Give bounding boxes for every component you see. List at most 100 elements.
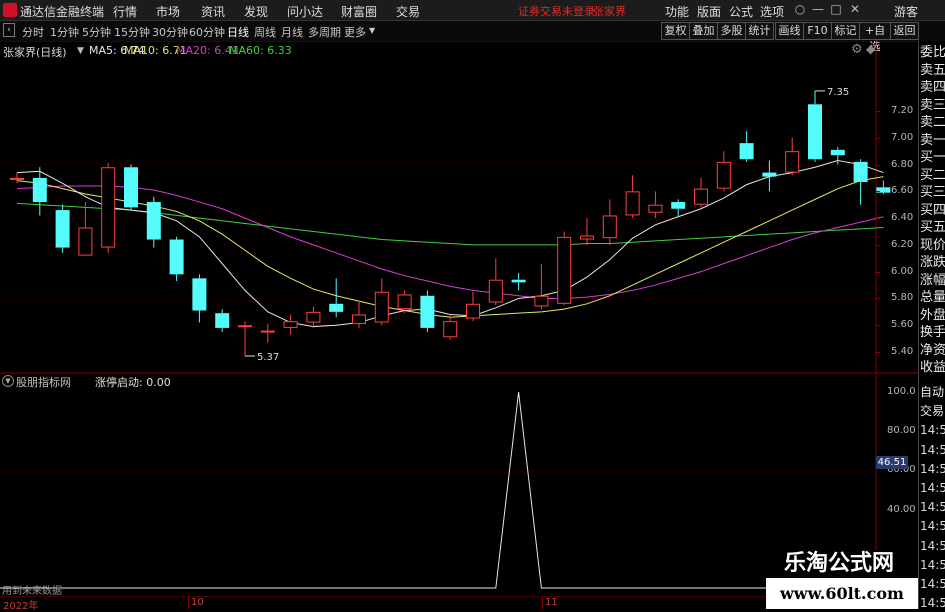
tab-1min[interactable]: 1分钟: [50, 24, 79, 40]
indicator-line: [0, 391, 884, 589]
price-tick-label: 6.20: [891, 238, 914, 250]
quote-label[interactable]: 卖一: [920, 133, 945, 148]
more-arrow-icon[interactable]: ▼: [369, 26, 375, 35]
price-tick-label: 7.20: [891, 105, 914, 116]
candle-body-down: [420, 295, 435, 328]
indicator-tick-label: 100.0: [887, 386, 916, 397]
close-icon[interactable]: ✕: [848, 2, 862, 16]
quote-label[interactable]: 总量: [920, 290, 945, 305]
menu-discover[interactable]: 发现: [244, 3, 268, 20]
candle-body-down: [762, 172, 777, 177]
quote-label[interactable]: 涨幅: [920, 273, 945, 288]
menu-options[interactable]: 选项: [760, 3, 784, 20]
tab-30min[interactable]: 30分钟: [152, 24, 188, 40]
tab-weekly[interactable]: 周线: [254, 24, 276, 40]
trade-time: 14:50: [920, 519, 945, 534]
candle-body-up: [557, 236, 572, 304]
back-button[interactable]: 返回: [890, 22, 919, 40]
overlay-button[interactable]: 叠加: [689, 22, 718, 40]
menu-function[interactable]: 功能: [665, 3, 689, 20]
tab-more[interactable]: 更多: [344, 24, 366, 40]
quote-label[interactable]: 涨跌: [920, 255, 945, 270]
multi-stock-button[interactable]: 多股: [717, 22, 746, 40]
trade-time: 14:50: [920, 557, 945, 572]
quote-label[interactable]: 净资: [920, 343, 945, 358]
price-tick: [876, 325, 880, 327]
user-icon[interactable]: ○: [793, 2, 807, 16]
price-tick-label: 6.80: [891, 158, 914, 170]
price-tick-label: 6.60: [891, 185, 914, 197]
quote-label[interactable]: 买一: [920, 150, 945, 165]
quote-label[interactable]: 卖五: [920, 63, 945, 78]
quote-label[interactable]: 现价: [920, 238, 945, 253]
trade-time: 14:50: [920, 461, 945, 476]
quote-label[interactable]: 买二: [920, 168, 945, 183]
f10-button[interactable]: F10: [803, 22, 832, 40]
quote-label[interactable]: 买四: [920, 203, 945, 218]
candle-body-down: [146, 202, 161, 240]
tab-5min[interactable]: 5分钟: [82, 24, 111, 40]
login-warning[interactable]: 证券交易未登录: [518, 3, 595, 19]
price-tick-label: 5.60: [891, 319, 914, 331]
candle-body-up: [443, 321, 458, 338]
auto-trade-label[interactable]: 自动: [920, 384, 945, 401]
date-tick: [542, 597, 543, 609]
menu-ask[interactable]: 问小达: [287, 3, 323, 20]
guest-label[interactable]: 游客: [894, 3, 918, 20]
menu-formula[interactable]: 公式: [729, 3, 753, 20]
period-toolbar: ‹ 分时 1分钟 5分钟 15分钟 30分钟 60分钟 日线 周线 月线 多周期…: [0, 21, 945, 53]
quote-label[interactable]: 卖四: [920, 80, 945, 95]
tab-daily[interactable]: 日线: [227, 24, 249, 40]
tab-monthly[interactable]: 月线: [281, 24, 303, 40]
menu-layout[interactable]: 版面: [697, 3, 721, 20]
app-logo-icon: [3, 3, 17, 17]
mark-button[interactable]: 标记: [831, 22, 860, 40]
price-tick-label: 5.80: [891, 292, 914, 304]
tab-15min[interactable]: 15分钟: [114, 24, 150, 40]
statistics-button[interactable]: 统计: [745, 22, 774, 40]
app-name: 通达信金融终端: [20, 5, 105, 19]
tab-intraday[interactable]: 分时: [22, 24, 44, 40]
quote-label[interactable]: 换手: [920, 325, 945, 340]
auto-trade-label[interactable]: 交易: [920, 403, 945, 420]
tab-multi-period[interactable]: 多周期: [308, 24, 341, 40]
menu-news[interactable]: 资讯: [201, 3, 225, 20]
menu-market[interactable]: 行情: [113, 3, 137, 20]
draw-line-button[interactable]: 画线: [775, 22, 804, 40]
candle-body-down: [830, 149, 845, 156]
collapse-icon[interactable]: ‹: [3, 23, 15, 37]
quote-label[interactable]: 委比: [920, 45, 945, 60]
candle-body-up: [260, 330, 275, 333]
minimize-icon[interactable]: —: [811, 2, 825, 16]
candle-body-up: [352, 314, 366, 324]
candle-body-up: [580, 235, 594, 240]
quote-label[interactable]: 外盘: [920, 308, 945, 323]
quote-label[interactable]: 卖三: [920, 98, 945, 113]
add-watchlist-button[interactable]: +自选: [859, 22, 891, 53]
candle-body-down: [55, 210, 70, 248]
candle-body-up: [625, 191, 640, 216]
quote-label[interactable]: 买五: [920, 220, 945, 235]
quote-label[interactable]: 买三: [920, 185, 945, 200]
adjust-button[interactable]: 复权: [661, 22, 690, 40]
date-label-oct: 10: [191, 597, 204, 608]
price-tick: [876, 352, 880, 353]
menu-wealth[interactable]: 财富圈: [341, 3, 377, 20]
low-price-label: 5.37: [257, 352, 279, 363]
candlestick-chart[interactable]: 7.35 5.37: [0, 41, 918, 374]
quote-label[interactable]: 收益: [920, 360, 945, 375]
candle-body-down: [739, 143, 754, 160]
menu-market-2[interactable]: 市场: [156, 3, 180, 20]
price-tick: [876, 244, 880, 246]
candle-body-down: [32, 177, 47, 203]
trade-time: 14:50: [920, 442, 945, 457]
tab-60min[interactable]: 60分钟: [189, 24, 225, 40]
maximize-icon[interactable]: □: [829, 2, 843, 16]
candle-body-up: [602, 215, 617, 239]
quote-label[interactable]: 卖二: [920, 115, 945, 130]
candle-body-down: [808, 104, 822, 160]
ma-line-ma10: [16, 176, 884, 318]
menu-trade[interactable]: 交易: [396, 3, 420, 20]
candle-body-down: [124, 167, 138, 208]
candle-body-down: [192, 278, 207, 311]
